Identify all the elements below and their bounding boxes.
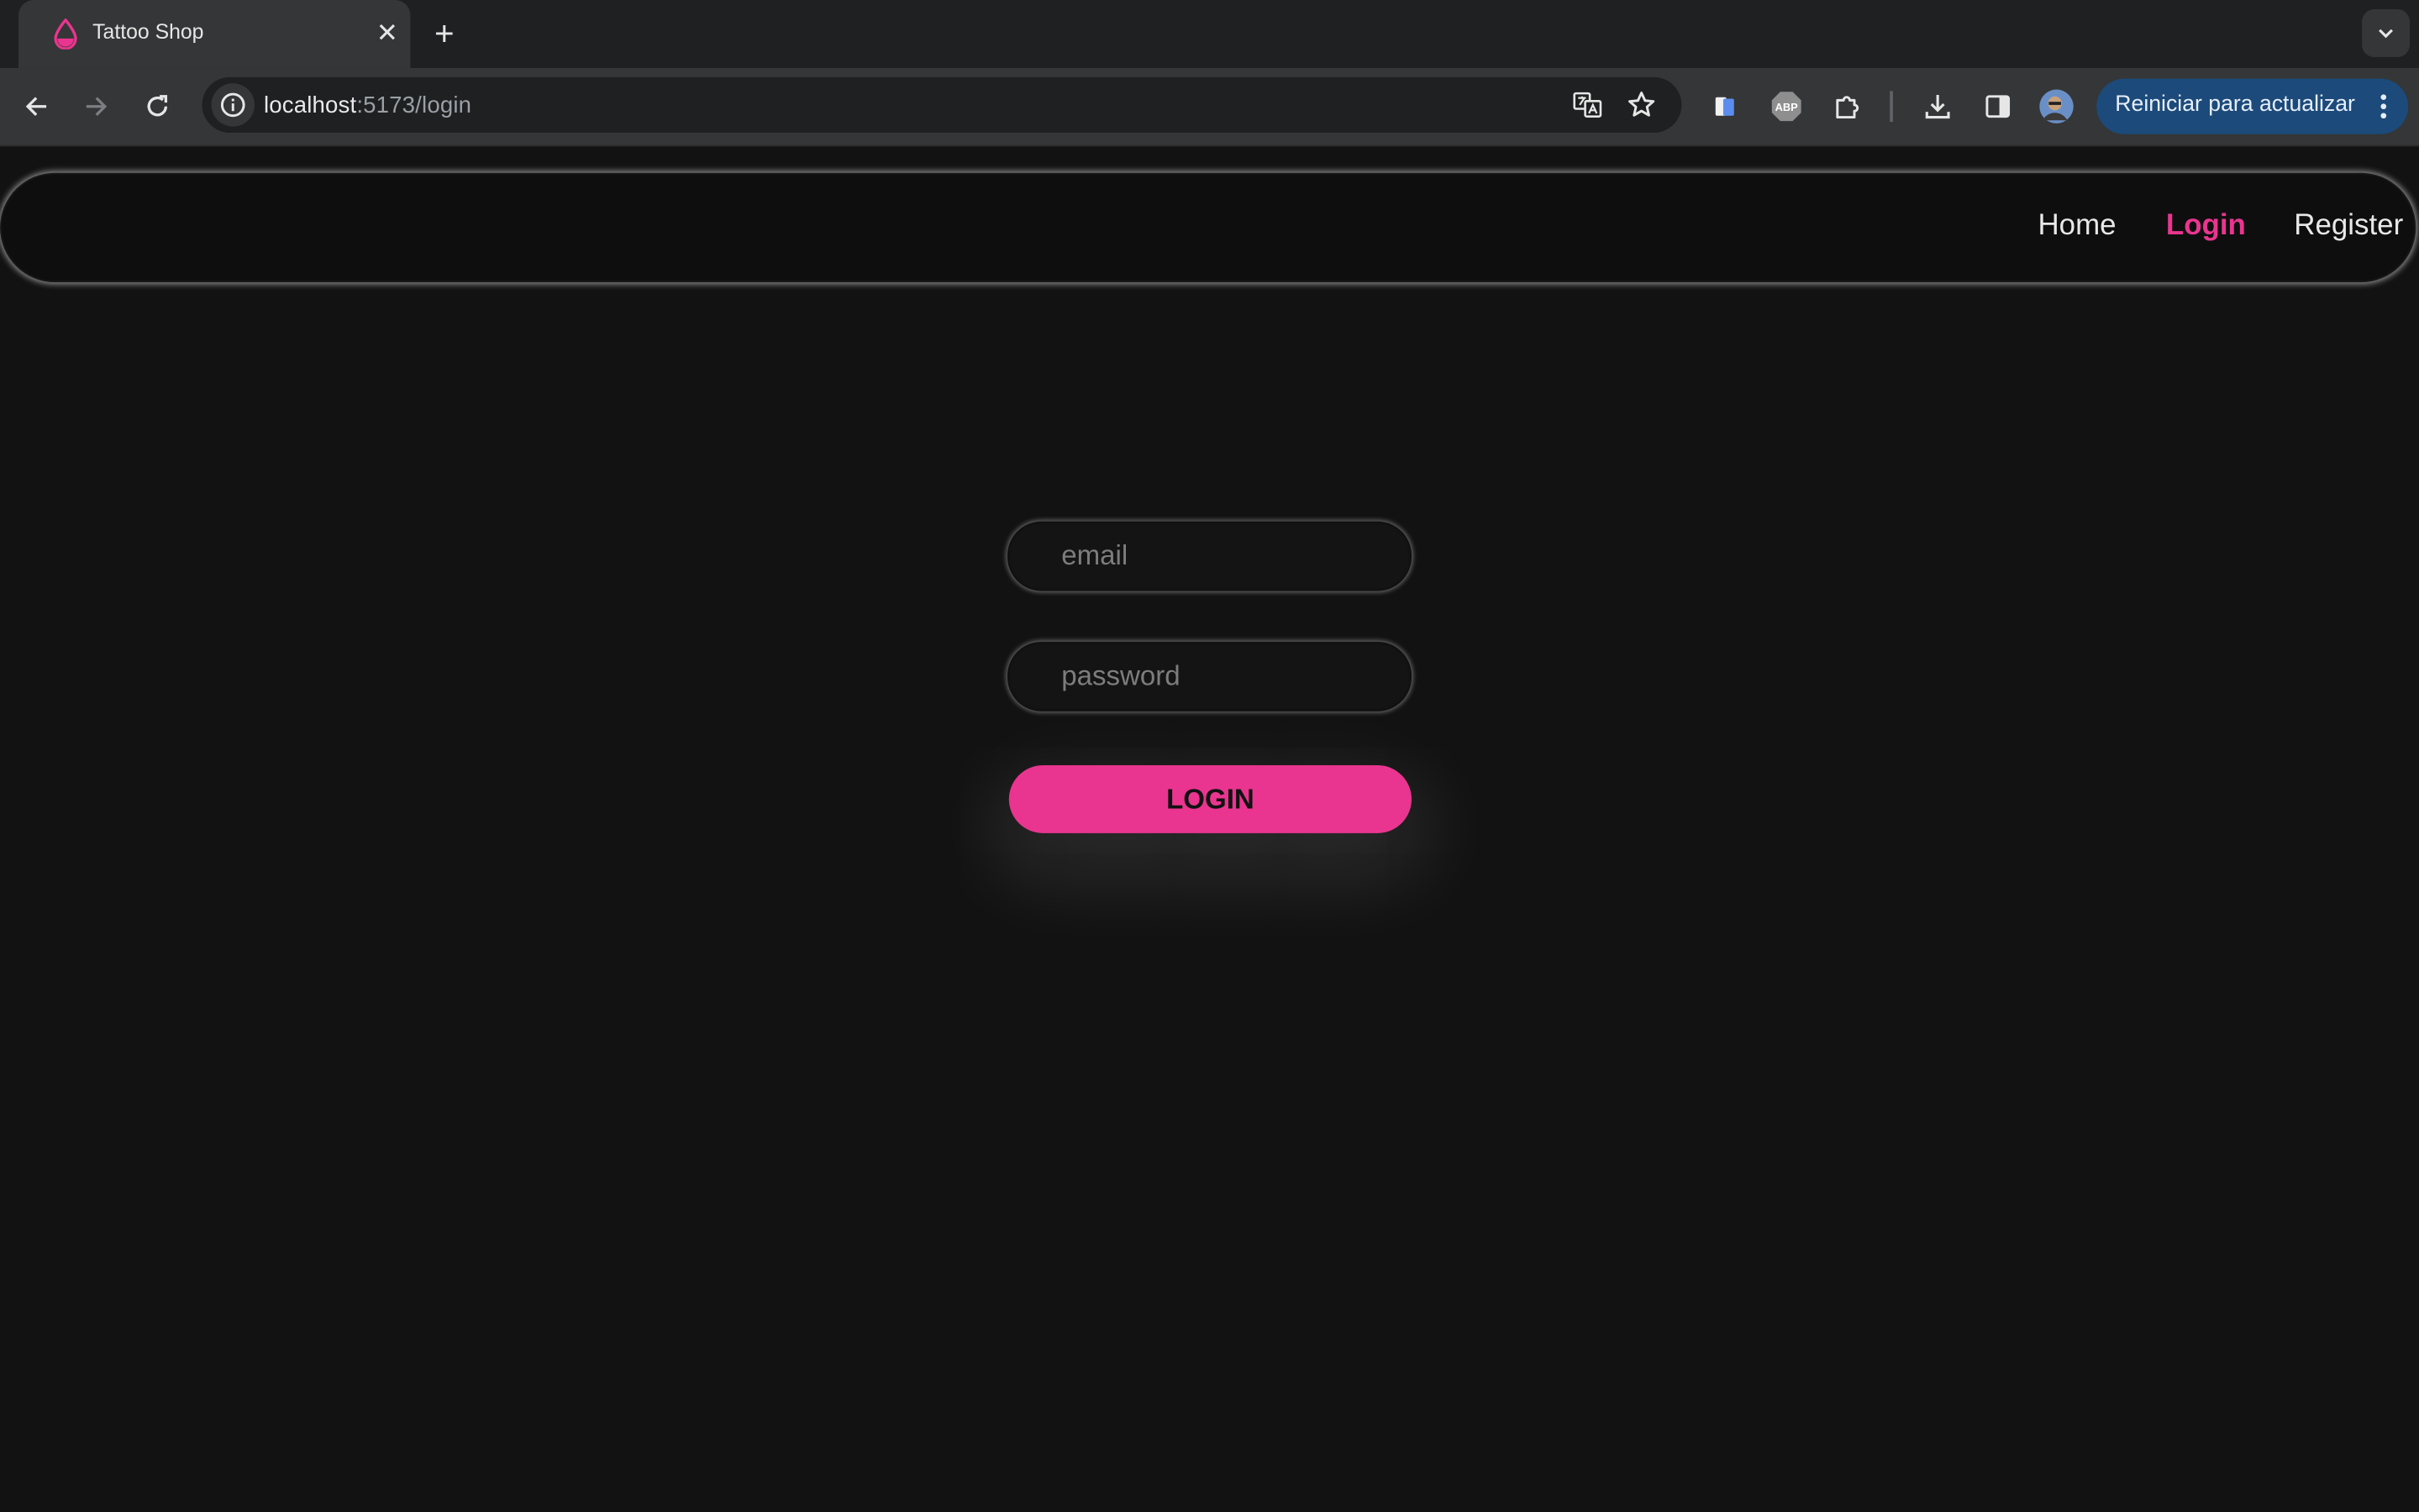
browser-tab[interactable]: Tattoo Shop ✕ — [18, 0, 411, 68]
svg-text:ABP: ABP — [1775, 101, 1799, 113]
close-icon[interactable]: ✕ — [369, 15, 406, 52]
chevron-down-icon — [2376, 24, 2396, 51]
new-tab-button[interactable]: + — [424, 14, 465, 55]
bookmark-star-icon[interactable] — [1622, 85, 1662, 125]
forward-icon[interactable] — [76, 87, 116, 127]
nav-link-login[interactable]: Login — [2166, 210, 2246, 244]
adblock-icon[interactable]: ABP — [1766, 87, 1806, 127]
translate-icon[interactable] — [1567, 85, 1607, 125]
site-navbar: Home Login Register — [0, 172, 2416, 283]
ink-drop-icon — [52, 18, 78, 50]
url-text[interactable]: localhost:5173/login — [264, 92, 471, 118]
more-options-icon[interactable] — [2374, 90, 2393, 123]
nav-link-home[interactable]: Home — [2038, 210, 2116, 244]
password-field[interactable] — [1007, 642, 1412, 711]
profile-avatar[interactable] — [2037, 87, 2077, 127]
tab-strip: Tattoo Shop ✕ + — [0, 0, 2419, 68]
update-restart-button[interactable]: Reiniciar para actualizar — [2096, 78, 2409, 134]
update-restart-label: Reiniciar para actualizar — [2115, 92, 2355, 118]
tab-title: Tattoo Shop — [92, 19, 204, 44]
email-field-wrapper — [1007, 521, 1412, 591]
site-info-icon[interactable] — [211, 83, 255, 127]
nav-link-register[interactable]: Register — [2294, 210, 2403, 244]
extension-docs-icon[interactable] — [1705, 87, 1745, 127]
side-panel-icon[interactable] — [1978, 87, 2018, 127]
back-icon[interactable] — [17, 87, 57, 127]
tab-search-button[interactable] — [2362, 9, 2410, 57]
toolbar-divider — [1890, 91, 1893, 123]
address-bar[interactable]: localhost:5173/login — [202, 76, 1682, 133]
password-field-wrapper — [1007, 642, 1412, 711]
puzzle-extensions-icon[interactable] — [1828, 87, 1869, 127]
browser-window: Tattoo Shop ✕ + localhost:5173/login ABP… — [0, 0, 2419, 1512]
login-button[interactable]: LOGIN — [1008, 765, 1412, 833]
download-icon[interactable] — [1917, 87, 1958, 127]
reload-icon[interactable] — [137, 87, 177, 127]
browser-toolbar: localhost:5173/login ABP Reiniciar para … — [0, 67, 2419, 147]
page-viewport: Home Login Register LOGIN — [0, 146, 2419, 1512]
email-field[interactable] — [1007, 521, 1412, 591]
